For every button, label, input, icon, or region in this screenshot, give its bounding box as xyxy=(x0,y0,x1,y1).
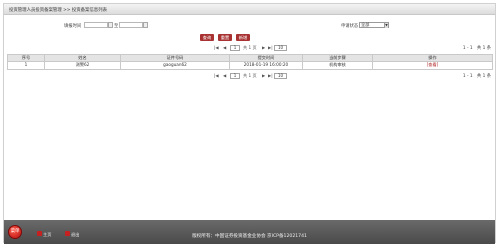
page-input[interactable]: 1 xyxy=(230,72,240,79)
reset-button[interactable]: 重置 xyxy=(218,34,232,41)
pager-top: |◀ ◀ 1 共 1 页 ▶ ▶| 10 1 - 1 共 1 条 xyxy=(4,44,495,52)
calendar-icon[interactable] xyxy=(108,22,113,28)
cell-name: 测警62 xyxy=(45,62,121,69)
table-row: 1 测警62 gaoguan62 2018-01-19 16:00:20 机构审… xyxy=(7,62,493,70)
action-buttons: 查询 重置 新增 xyxy=(4,34,495,42)
date-to-label: 至 xyxy=(114,24,119,29)
date-from-input[interactable] xyxy=(84,22,108,28)
footer-bar: 菜单 主页 退出 版权所有：中国证券投资基金业协会 京ICP备12021741 xyxy=(4,220,495,244)
cell-step: 机构审核 xyxy=(303,62,373,69)
last-page-icon[interactable]: ▶| xyxy=(268,45,273,50)
copyright-text: 版权所有：中国证券投资基金业协会 京ICP备12021741 xyxy=(192,234,307,239)
next-page-icon[interactable]: ▶ xyxy=(262,45,265,50)
chevron-down-icon[interactable]: ▼ xyxy=(384,23,388,28)
view-link[interactable]: [查看] xyxy=(373,62,492,69)
table-header: 序号 姓名 证件号码 提交时间 当前步骤 操作 xyxy=(7,54,493,62)
record-count: 1 - 1 共 1 条 xyxy=(462,74,491,79)
col-header: 证件号码 xyxy=(121,55,230,61)
cell-index: 1 xyxy=(8,62,45,69)
cell-time: 2018-01-19 16:00:20 xyxy=(230,62,303,69)
breadcrumb: 投资管理人员投资备案管理 >> 投资备案信息列表 xyxy=(4,4,495,15)
date-to-input[interactable] xyxy=(119,22,143,28)
next-page-icon[interactable]: ▶ xyxy=(262,73,265,78)
date-label: 填报时间 xyxy=(64,24,82,29)
status-select-value: 全部 xyxy=(361,22,370,27)
page-total: 共 1 页 xyxy=(243,73,257,78)
pager-bottom: |◀ ◀ 1 共 1 页 ▶ ▶| 10 1 - 1 共 1 条 xyxy=(4,72,495,80)
status-select[interactable]: 全部 ▼ xyxy=(359,22,389,28)
page-total: 共 1 页 xyxy=(243,45,257,50)
page-input[interactable]: 1 xyxy=(230,44,240,51)
query-button[interactable]: 查询 xyxy=(200,34,214,41)
page-size-select[interactable]: 10 xyxy=(274,44,287,51)
add-button[interactable]: 新增 xyxy=(236,34,250,41)
col-header: 姓名 xyxy=(45,55,121,61)
prev-page-icon[interactable]: ◀ xyxy=(223,73,226,78)
record-count: 1 - 1 共 1 条 xyxy=(462,46,491,51)
page-size-select[interactable]: 10 xyxy=(274,72,287,79)
last-page-icon[interactable]: ▶| xyxy=(268,73,273,78)
calendar-icon[interactable] xyxy=(143,22,148,28)
app-window: 投资管理人员投资备案管理 >> 投资备案信息列表 填报时间 至 申请状态： 全部… xyxy=(3,3,496,244)
first-page-icon[interactable]: |◀ xyxy=(214,73,219,78)
col-header: 序号 xyxy=(8,55,45,61)
prev-page-icon[interactable]: ◀ xyxy=(223,45,226,50)
search-form: 填报时间 至 申请状态： 全部 ▼ xyxy=(4,21,495,31)
col-header: 操作 xyxy=(428,55,437,60)
col-header: 当前步骤 xyxy=(303,55,373,61)
col-header: 提交时间 xyxy=(230,55,303,61)
cell-id: gaoguan62 xyxy=(121,62,230,69)
first-page-icon[interactable]: |◀ xyxy=(214,45,219,50)
